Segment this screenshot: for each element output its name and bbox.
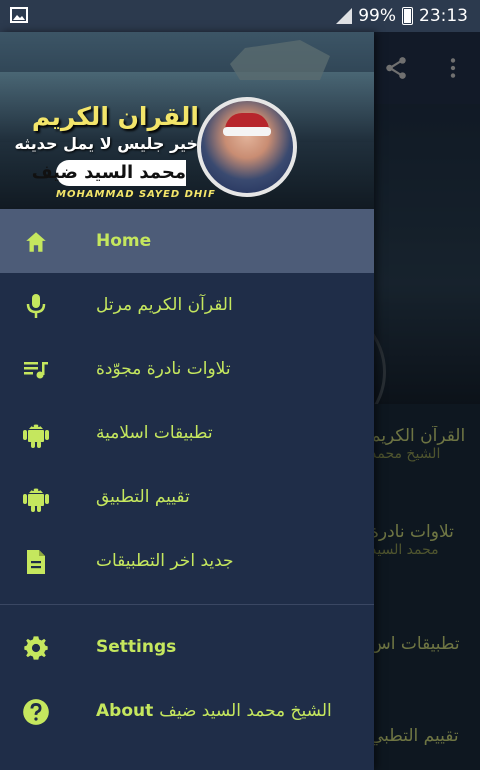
- menu-item-recited-quran[interactable]: القرآن الكريم مرتل: [0, 273, 374, 337]
- signal-icon: [336, 8, 353, 24]
- header-subtitle: خير جليس لا يمل حديثه: [14, 134, 198, 153]
- document-icon: [22, 548, 50, 576]
- header-title: القران الكريم: [31, 102, 199, 131]
- menu-item-home[interactable]: Home: [0, 209, 374, 273]
- menu-item-label: جديد اخر التطبيقات: [96, 551, 234, 571]
- avatar-cap-band: [223, 127, 271, 136]
- menu-item-label: تلاوات نادرة مجوّدة: [96, 359, 231, 379]
- gear-icon: [22, 634, 50, 662]
- battery-icon: [402, 7, 413, 25]
- menu-item-label: About: [96, 701, 154, 721]
- reciter-name: محمد السيد ضيف: [32, 160, 186, 186]
- menu-item-rate-app[interactable]: تقييم التطبيق: [0, 465, 374, 529]
- android-icon: [22, 420, 50, 448]
- menu-item-label: Home: [96, 231, 152, 251]
- clock: 23:13: [419, 6, 468, 26]
- menu-item-label: Settings: [96, 637, 177, 657]
- help-icon: [22, 698, 50, 726]
- reciter-avatar: [197, 97, 297, 197]
- header-boat-image: [230, 40, 330, 80]
- mic-icon: [22, 292, 50, 320]
- drawer-menu: Home القرآن الكريم مرتل تلاوات نادرة مجو…: [0, 209, 374, 743]
- menu-item-new-apps[interactable]: جديد اخر التطبيقات: [0, 529, 374, 593]
- about-reciter-label: الشيخ محمد السيد ضيف: [159, 701, 332, 721]
- android-icon: [22, 484, 50, 512]
- reciter-name-latin: MOHAMMAD SAYED DHIF: [56, 189, 216, 200]
- menu-divider: [0, 604, 374, 605]
- navigation-drawer: القران الكريم خير جليس لا يمل حديثه محمد…: [0, 32, 374, 770]
- menu-item-label: تطبيقات اسلامية: [96, 423, 213, 443]
- status-bar: 99% 23:13: [0, 0, 480, 32]
- menu-item-about[interactable]: About الشيخ محمد السيد ضيف: [0, 679, 374, 743]
- menu-item-rare-recitations[interactable]: تلاوات نادرة مجوّدة: [0, 337, 374, 401]
- menu-item-islamic-apps[interactable]: تطبيقات اسلامية: [0, 401, 374, 465]
- battery-percent: 99%: [358, 6, 396, 26]
- menu-item-label: تقييم التطبيق: [96, 487, 190, 507]
- playlist-icon: [22, 356, 50, 384]
- drawer-header: القران الكريم خير جليس لا يمل حديثه محمد…: [0, 32, 374, 209]
- menu-item-label: القرآن الكريم مرتل: [96, 295, 233, 315]
- home-icon: [22, 228, 50, 256]
- image-notification-icon: [10, 7, 28, 23]
- about-label-group: About الشيخ محمد السيد ضيف: [96, 701, 332, 721]
- menu-item-settings[interactable]: Settings: [0, 615, 374, 679]
